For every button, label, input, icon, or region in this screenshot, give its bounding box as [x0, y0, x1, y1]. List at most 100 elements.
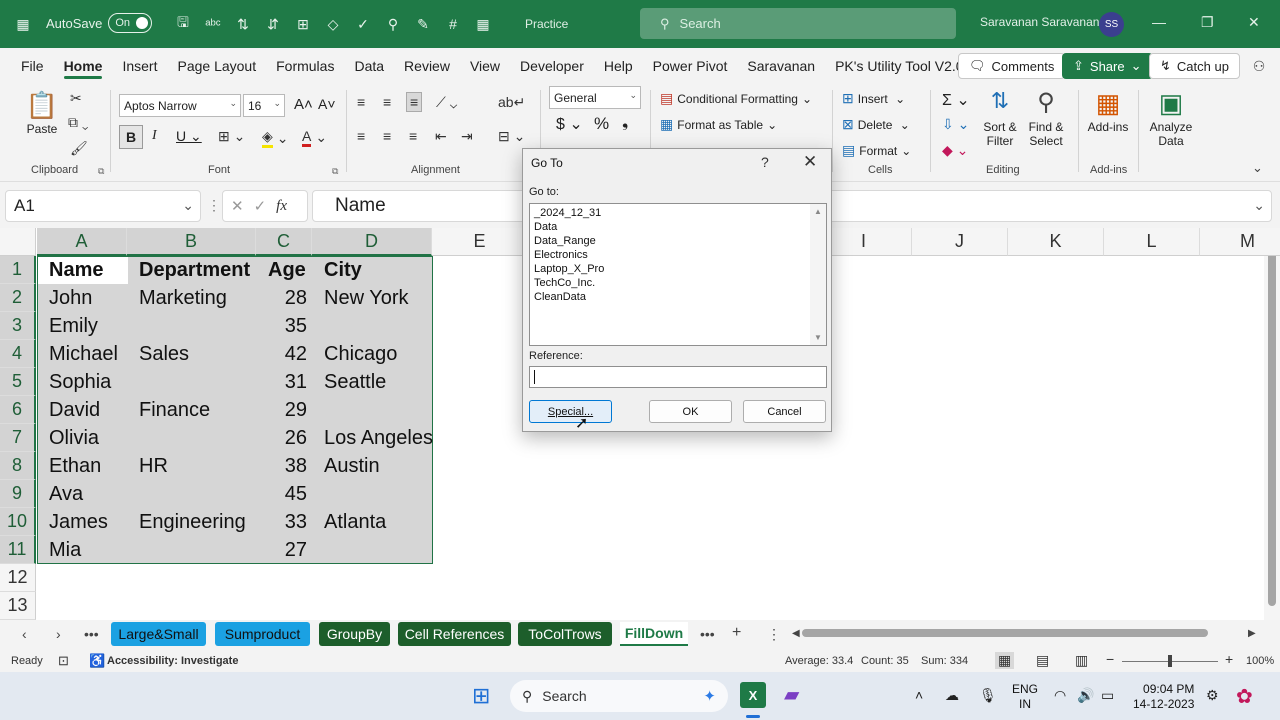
column-header-c[interactable]: C	[256, 228, 312, 256]
sheet-tab-large-small[interactable]: Large&Small	[111, 622, 206, 646]
collapse-ribbon-icon[interactable]: ⌄	[1252, 160, 1263, 176]
row-header-10[interactable]: 10	[0, 508, 36, 536]
row-header-12[interactable]: 12	[0, 564, 36, 592]
zoom-slider-thumb[interactable]	[1168, 655, 1172, 667]
table-cell[interactable]: 38	[256, 452, 312, 480]
column-header-l[interactable]: L	[1104, 228, 1200, 256]
tab-saravanan[interactable]: Saravanan	[737, 48, 825, 84]
spelling-icon[interactable]: ᵃᵇᶜ	[202, 13, 224, 35]
insert-cells-button[interactable]: ⊞ Insert ⌄	[842, 90, 905, 107]
orientation-icon[interactable]: ⟋ ⌄	[436, 94, 457, 111]
wifi-icon[interactable]: ◠	[1054, 687, 1066, 704]
table-cell[interactable]: Emily	[37, 312, 127, 340]
copilot-icon[interactable]: ✿	[1236, 684, 1253, 709]
sheet-tab-cell-references[interactable]: Cell References	[398, 622, 511, 646]
zoom-icon[interactable]: ⚲	[382, 13, 404, 35]
sheet-tab-filldown[interactable]: FillDown	[620, 622, 688, 646]
notifications-icon[interactable]: ⚙	[1206, 687, 1219, 704]
format-painter-icon[interactable]: 🖌	[70, 140, 88, 157]
table-cell[interactable]: Los Angeles	[312, 424, 433, 452]
column-header-k[interactable]: K	[1008, 228, 1104, 256]
list-scrollbar[interactable]: ▲ ▼	[810, 204, 826, 345]
tab-help[interactable]: Help	[594, 48, 643, 84]
font-color-icon[interactable]: A ⌄	[302, 128, 327, 147]
sheet-tab-groupby[interactable]: GroupBy	[319, 622, 390, 646]
table-cell[interactable]: 45	[256, 480, 312, 508]
minimize-icon[interactable]: —	[1152, 14, 1166, 30]
show-hidden-icons[interactable]: ˄	[915, 687, 923, 703]
person-icon[interactable]: ⚇	[1248, 55, 1270, 77]
row-header-8[interactable]: 8	[0, 452, 36, 480]
page-layout-icon[interactable]: ▤	[1036, 652, 1049, 669]
confirm-formula-icon[interactable]: ✓	[254, 197, 267, 215]
row-header-9[interactable]: 9	[0, 480, 36, 508]
format-cells-button[interactable]: ▤ Format ⌄	[842, 142, 911, 159]
tab-formulas[interactable]: Formulas	[266, 48, 344, 84]
font-name-select[interactable]: Aptos Narrow ⌄	[119, 94, 241, 117]
row-header-6[interactable]: 6	[0, 396, 36, 424]
table-cell[interactable]: 28	[256, 284, 312, 312]
battery-icon[interactable]: ▭	[1101, 687, 1114, 704]
autosave-control[interactable]: AutoSave On	[46, 13, 153, 33]
addins-button[interactable]: ▦ Add-ins	[1086, 88, 1130, 134]
number-format-select[interactable]: General ⌄	[549, 86, 641, 109]
onedrive-icon[interactable]: ☁	[945, 687, 959, 704]
tab-file[interactable]: File	[11, 48, 54, 84]
zoom-in-icon[interactable]: +	[1225, 651, 1233, 667]
header-cell[interactable]: Department	[127, 256, 256, 284]
list-item[interactable]: Laptop_X_Pro	[530, 262, 826, 276]
column-header-m[interactable]: M	[1200, 228, 1280, 256]
merge-center-icon[interactable]: ⊟ ⌄	[498, 128, 525, 145]
table-cell[interactable]: 35	[256, 312, 312, 340]
delete-cells-button[interactable]: ⊠ Delete ⌄	[842, 116, 910, 133]
macro-record-icon[interactable]: ⊡	[58, 653, 69, 669]
normal-view-icon[interactable]: ▦	[995, 652, 1015, 669]
special-button[interactable]: Special...	[529, 400, 612, 423]
increase-indent-icon[interactable]: ⇥	[461, 128, 473, 145]
wrap-text-icon[interactable]: ab↵	[498, 94, 525, 111]
name-box[interactable]: A1 ⌄	[5, 190, 201, 222]
table-cell[interactable]: Marketing	[127, 284, 256, 312]
sort-filter-button[interactable]: ⇅ Sort & Filter	[980, 88, 1020, 148]
hash-icon[interactable]: #	[442, 13, 464, 35]
row-header-4[interactable]: 4	[0, 340, 36, 368]
table-cell[interactable]: David	[37, 396, 127, 424]
sheet-options-icon[interactable]: ⋮	[767, 626, 781, 643]
table-cell[interactable]: Olivia	[37, 424, 127, 452]
table-cell[interactable]: Engineering	[127, 508, 256, 536]
paste-button[interactable]: 📋 Paste	[22, 90, 62, 136]
volume-icon[interactable]: 🔊	[1077, 687, 1094, 704]
tab-view[interactable]: View	[460, 48, 510, 84]
document-title[interactable]: Practice	[525, 17, 568, 31]
column-header-a[interactable]: A	[37, 228, 127, 256]
dialog-launcher-icon[interactable]: ⧉	[98, 166, 104, 177]
save-icon[interactable]: 🖫	[172, 13, 194, 35]
list-item[interactable]: Data	[530, 220, 826, 234]
decrease-indent-icon[interactable]: ⇤	[435, 128, 447, 145]
table-cell[interactable]: 31	[256, 368, 312, 396]
table-cell[interactable]: Sales	[127, 340, 256, 368]
add-sheet-icon[interactable]: +	[732, 624, 741, 642]
more-sheets-right-icon[interactable]: •••	[700, 626, 715, 642]
list-item[interactable]: _2024_12_31	[530, 206, 826, 220]
comments-button[interactable]: 🗨 Comments	[958, 53, 1066, 79]
expand-formula-icon[interactable]: ⌄	[1253, 197, 1265, 214]
previous-sheet-icon[interactable]: ‹	[22, 626, 27, 642]
tab-page-layout[interactable]: Page Layout	[167, 48, 266, 84]
page-break-icon[interactable]: ▥	[1075, 652, 1088, 669]
table-cell[interactable]: Seattle	[312, 368, 432, 396]
fill-color-icon[interactable]: ◈ ⌄	[262, 128, 289, 148]
currency-icon[interactable]: $ ⌄	[556, 114, 583, 134]
clipchamp-icon[interactable]: ▰	[784, 682, 799, 707]
vertical-scroll-thumb[interactable]	[1268, 246, 1276, 606]
select-all-corner[interactable]	[0, 228, 36, 256]
windows-start-icon[interactable]: ⊞	[472, 683, 490, 709]
title-search-box[interactable]: ⚲ Search	[640, 8, 956, 39]
table-cell[interactable]: James	[37, 508, 127, 536]
list-item[interactable]: CleanData	[530, 290, 826, 304]
restore-icon[interactable]: ❐	[1201, 14, 1214, 31]
check-icon[interactable]: ✓	[352, 13, 374, 35]
catchup-button[interactable]: ↯ Catch up	[1149, 53, 1240, 79]
language-indicator[interactable]: ENG IN	[1012, 682, 1038, 712]
align-middle-icon[interactable]: ≡	[383, 94, 391, 110]
